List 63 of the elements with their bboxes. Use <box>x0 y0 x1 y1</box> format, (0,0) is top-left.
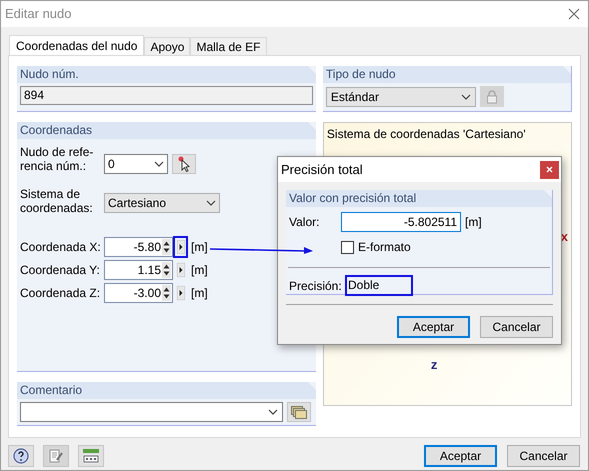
node-number-field[interactable]: 894 <box>20 86 313 105</box>
lock-icon <box>486 90 498 104</box>
spinner-arrows-icon[interactable] <box>162 285 171 301</box>
unit-label: [m] <box>191 239 208 256</box>
group-header: Valor con precisión total <box>286 190 552 207</box>
help-icon <box>13 448 29 464</box>
spinner-arrows-icon[interactable] <box>162 239 171 255</box>
chevron-down-icon <box>268 409 278 415</box>
precision-value: Doble <box>345 275 413 296</box>
triangle-right-icon <box>176 240 184 254</box>
close-icon[interactable] <box>568 8 580 20</box>
node-type-dropdown[interactable]: Estándar <box>326 86 476 106</box>
folders-icon <box>291 406 307 418</box>
dialog-button[interactable]: Aceptar <box>424 445 497 467</box>
unit-label: [m] <box>191 285 208 302</box>
tab[interactable]: Malla de EF <box>190 37 266 55</box>
reference-node-label: Nudo de refe- rencia núm.: <box>20 145 94 173</box>
dialog-close-button[interactable] <box>540 160 559 178</box>
tab[interactable]: Apoyo <box>144 37 190 55</box>
coordinate-label: Coordenada Y: <box>20 262 101 279</box>
coordinate-field[interactable]: -3.00 <box>104 283 173 303</box>
group-header: Comentario <box>17 382 316 399</box>
preview-caption: Sistema de coordenadas 'Cartesiano' <box>326 126 527 143</box>
unit-label: [m] <box>465 214 482 231</box>
pointer-icon <box>177 156 191 172</box>
axis-label: z <box>430 356 438 372</box>
edit-button[interactable] <box>43 445 69 467</box>
chevron-down-icon <box>206 200 216 206</box>
triangle-right-icon <box>176 286 184 300</box>
dialog-button[interactable]: Aceptar <box>397 316 470 338</box>
pick-node-button[interactable] <box>172 154 196 174</box>
coordinate-label: Coordenada Z: <box>20 285 102 302</box>
e-format-checkbox[interactable] <box>341 240 354 254</box>
group-header: Coordenadas <box>17 122 316 139</box>
unit-label: [m] <box>191 262 208 279</box>
group-header: Tipo de nudo <box>322 66 571 83</box>
coordinate-field[interactable]: 1.15 <box>104 260 173 280</box>
value-label: Valor: <box>289 214 320 231</box>
note-pencil-icon <box>48 448 64 464</box>
reference-node-dropdown[interactable]: 0 <box>104 154 168 174</box>
chevron-down-icon <box>460 94 471 100</box>
units-button[interactable] <box>78 445 104 467</box>
comment-dropdown[interactable] <box>20 402 283 422</box>
triangle-right-icon <box>176 263 184 277</box>
coordinate-system-dropdown[interactable]: Cartesiano <box>104 193 220 213</box>
group-header: Nudo núm. <box>17 66 316 83</box>
coordinate-field[interactable]: -5.80 <box>104 237 173 257</box>
precision-label: Precisión: <box>289 278 343 294</box>
e-format-label: E-formato <box>358 239 411 256</box>
dialog-button[interactable]: Cancelar <box>507 445 580 467</box>
spinner-arrows-icon[interactable] <box>162 262 171 278</box>
comment-library-button[interactable] <box>287 402 311 422</box>
coordinate-system-label: Sistema de coordenadas: <box>20 187 94 215</box>
close-icon <box>546 166 553 173</box>
window-title: Editar nudo <box>5 5 72 24</box>
help-button[interactable] <box>8 445 34 467</box>
tab[interactable]: Coordenadas del nudo <box>9 35 144 55</box>
coordinate-label: Coordenada X: <box>20 239 102 256</box>
dialog-button[interactable]: Cancelar <box>480 316 553 338</box>
dialog-title: Precisión total <box>281 160 363 179</box>
full-precision-button[interactable] <box>173 236 188 258</box>
value-field[interactable]: -5.802511 <box>341 212 461 232</box>
chevron-down-icon <box>154 161 164 167</box>
